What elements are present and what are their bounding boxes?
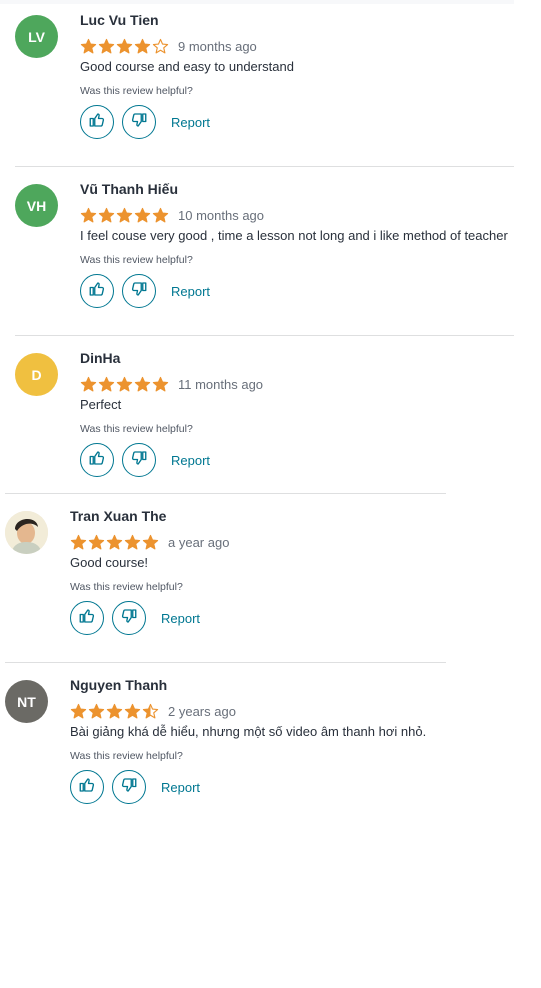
review-divider <box>5 493 446 494</box>
thumbs-down-button[interactable] <box>122 274 156 308</box>
top-divider <box>0 0 514 4</box>
thumbs-up-icon <box>88 280 106 303</box>
avatar: NT <box>5 680 48 723</box>
thumbs-down-button[interactable] <box>122 105 156 139</box>
thumbs-up-button[interactable] <box>80 105 114 139</box>
thumbs-down-icon <box>130 449 148 472</box>
thumbs-down-button[interactable] <box>112 770 146 804</box>
review-divider <box>5 662 446 663</box>
report-link[interactable]: Report <box>171 284 210 299</box>
star-filled-icon <box>98 376 115 391</box>
star-rating <box>80 38 169 55</box>
report-link[interactable]: Report <box>161 780 200 795</box>
thumbs-up-icon <box>78 607 96 630</box>
star-rating <box>80 376 169 393</box>
helpful-prompt: Was this review helpful? <box>70 581 183 593</box>
star-filled-icon <box>116 376 133 391</box>
star-filled-icon <box>124 703 141 718</box>
star-filled-icon <box>70 703 87 718</box>
reviewer-name: Tran Xuan The <box>70 508 167 524</box>
thumbs-up-icon <box>88 449 106 472</box>
review-text: Good course! <box>70 555 149 570</box>
star-filled-icon <box>88 534 105 549</box>
star-filled-icon <box>152 207 169 222</box>
review-text: Bài giảng khá dễ hiểu, nhưng một số vide… <box>70 724 427 739</box>
star-filled-icon <box>98 38 115 53</box>
review-text: Good course and easy to understand <box>80 59 294 74</box>
star-filled-icon <box>88 703 105 718</box>
reviewer-name: DinHa <box>80 350 121 366</box>
avatar: VH <box>15 184 58 227</box>
thumbs-up-button[interactable] <box>80 443 114 477</box>
star-filled-icon <box>134 376 151 391</box>
review-date: 10 months ago <box>178 207 265 223</box>
helpful-prompt: Was this review helpful? <box>80 85 193 97</box>
star-rating <box>70 703 159 720</box>
helpful-prompt: Was this review helpful? <box>80 423 193 435</box>
star-filled-icon <box>134 207 151 222</box>
helpful-prompt: Was this review helpful? <box>70 750 183 762</box>
star-filled-icon <box>106 534 123 549</box>
review-text: Perfect <box>80 397 122 412</box>
review-date: 2 years ago <box>168 703 236 719</box>
star-filled-icon <box>106 703 123 718</box>
star-filled-icon <box>142 534 159 549</box>
thumbs-down-icon <box>120 776 138 799</box>
star-filled-icon <box>134 38 151 53</box>
star-filled-icon <box>80 38 97 53</box>
star-half-icon <box>142 703 159 718</box>
star-filled-icon <box>152 376 169 391</box>
star-filled-icon <box>116 38 133 53</box>
avatar <box>5 511 48 554</box>
helpful-prompt: Was this review helpful? <box>80 254 193 266</box>
review-date: 9 months ago <box>178 38 257 54</box>
thumbs-up-button[interactable] <box>70 770 104 804</box>
avatar: D <box>15 353 58 396</box>
reviewer-name: Vũ Thanh Hiếu <box>80 181 178 197</box>
thumbs-up-button[interactable] <box>70 601 104 635</box>
star-rating <box>70 534 159 551</box>
report-link[interactable]: Report <box>171 115 210 130</box>
review-divider <box>15 335 514 336</box>
review-date: a year ago <box>168 534 230 550</box>
report-link[interactable]: Report <box>161 611 200 626</box>
star-filled-icon <box>98 207 115 222</box>
thumbs-down-button[interactable] <box>122 443 156 477</box>
review-date: 11 months ago <box>178 376 264 392</box>
star-filled-icon <box>80 207 97 222</box>
avatar: LV <box>15 15 58 58</box>
thumbs-down-icon <box>130 111 148 134</box>
star-filled-icon <box>124 534 141 549</box>
review-divider <box>15 166 514 167</box>
reviewer-name: Nguyen Thanh <box>70 677 168 693</box>
star-rating <box>80 207 169 224</box>
avatar-photo <box>5 511 48 554</box>
report-link[interactable]: Report <box>171 453 210 468</box>
star-empty-icon <box>152 38 169 53</box>
thumbs-down-icon <box>120 607 138 630</box>
review-text: I feel couse very good , time a lesson n… <box>80 228 508 243</box>
star-filled-icon <box>80 376 97 391</box>
thumbs-down-button[interactable] <box>112 601 146 635</box>
star-filled-icon <box>116 207 133 222</box>
thumbs-up-button[interactable] <box>80 274 114 308</box>
thumbs-up-icon <box>88 111 106 134</box>
thumbs-down-icon <box>130 280 148 303</box>
star-filled-icon <box>70 534 87 549</box>
thumbs-up-icon <box>78 776 96 799</box>
reviewer-name: Luc Vu Tien <box>80 12 159 28</box>
